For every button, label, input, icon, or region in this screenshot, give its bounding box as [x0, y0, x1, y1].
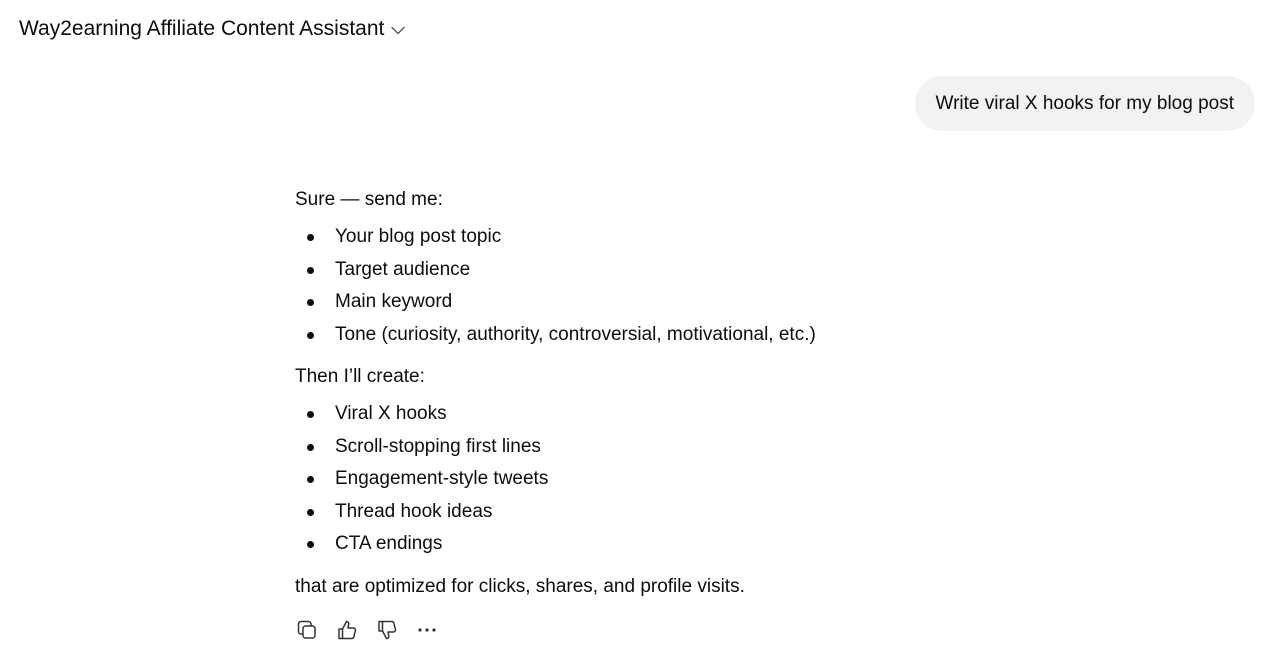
assistant-selector[interactable]: Way2earning Affiliate Content Assistant: [19, 15, 406, 43]
user-message-text: Write viral X hooks for my blog post: [935, 92, 1234, 114]
list-item: Main keyword: [295, 286, 995, 319]
user-message-bubble: Write viral X hooks for my blog post: [914, 76, 1255, 131]
list-item: Scroll-stopping first lines: [295, 431, 995, 464]
more-options-icon: [416, 619, 438, 646]
assistant-title: Way2earning Affiliate Content Assistant: [19, 17, 385, 40]
list-item: Your blog post topic: [295, 221, 995, 254]
thumbs-up-icon: [336, 619, 358, 646]
deliverables-list: Viral X hooks Scroll-stopping first line…: [295, 398, 995, 561]
list-item: Target audience: [295, 254, 995, 287]
list-item: Engagement-style tweets: [295, 463, 995, 496]
list-item: CTA endings: [295, 528, 995, 561]
chevron-down-icon: [391, 26, 406, 35]
request-list: Your blog post topic Target audience Mai…: [295, 221, 995, 351]
assistant-intro: Sure — send me:: [295, 189, 443, 210]
more-options-button[interactable]: [415, 618, 439, 646]
assistant-message: Sure — send me: Your blog post topic Tar…: [295, 184, 995, 603]
thumbs-down-icon: [376, 619, 398, 646]
list-item: Thread hook ideas: [295, 496, 995, 529]
list-item: Viral X hooks: [295, 398, 995, 431]
list-item: Tone (curiosity, authority, controversia…: [295, 319, 995, 352]
copy-icon: [296, 619, 318, 646]
copy-button[interactable]: [295, 618, 319, 646]
thumbs-up-button[interactable]: [335, 618, 359, 646]
assistant-outro: that are optimized for clicks, shares, a…: [295, 575, 745, 597]
message-actions: [295, 618, 439, 646]
thumbs-down-button[interactable]: [375, 618, 399, 646]
assistant-middle: Then I’ll create:: [295, 366, 425, 387]
